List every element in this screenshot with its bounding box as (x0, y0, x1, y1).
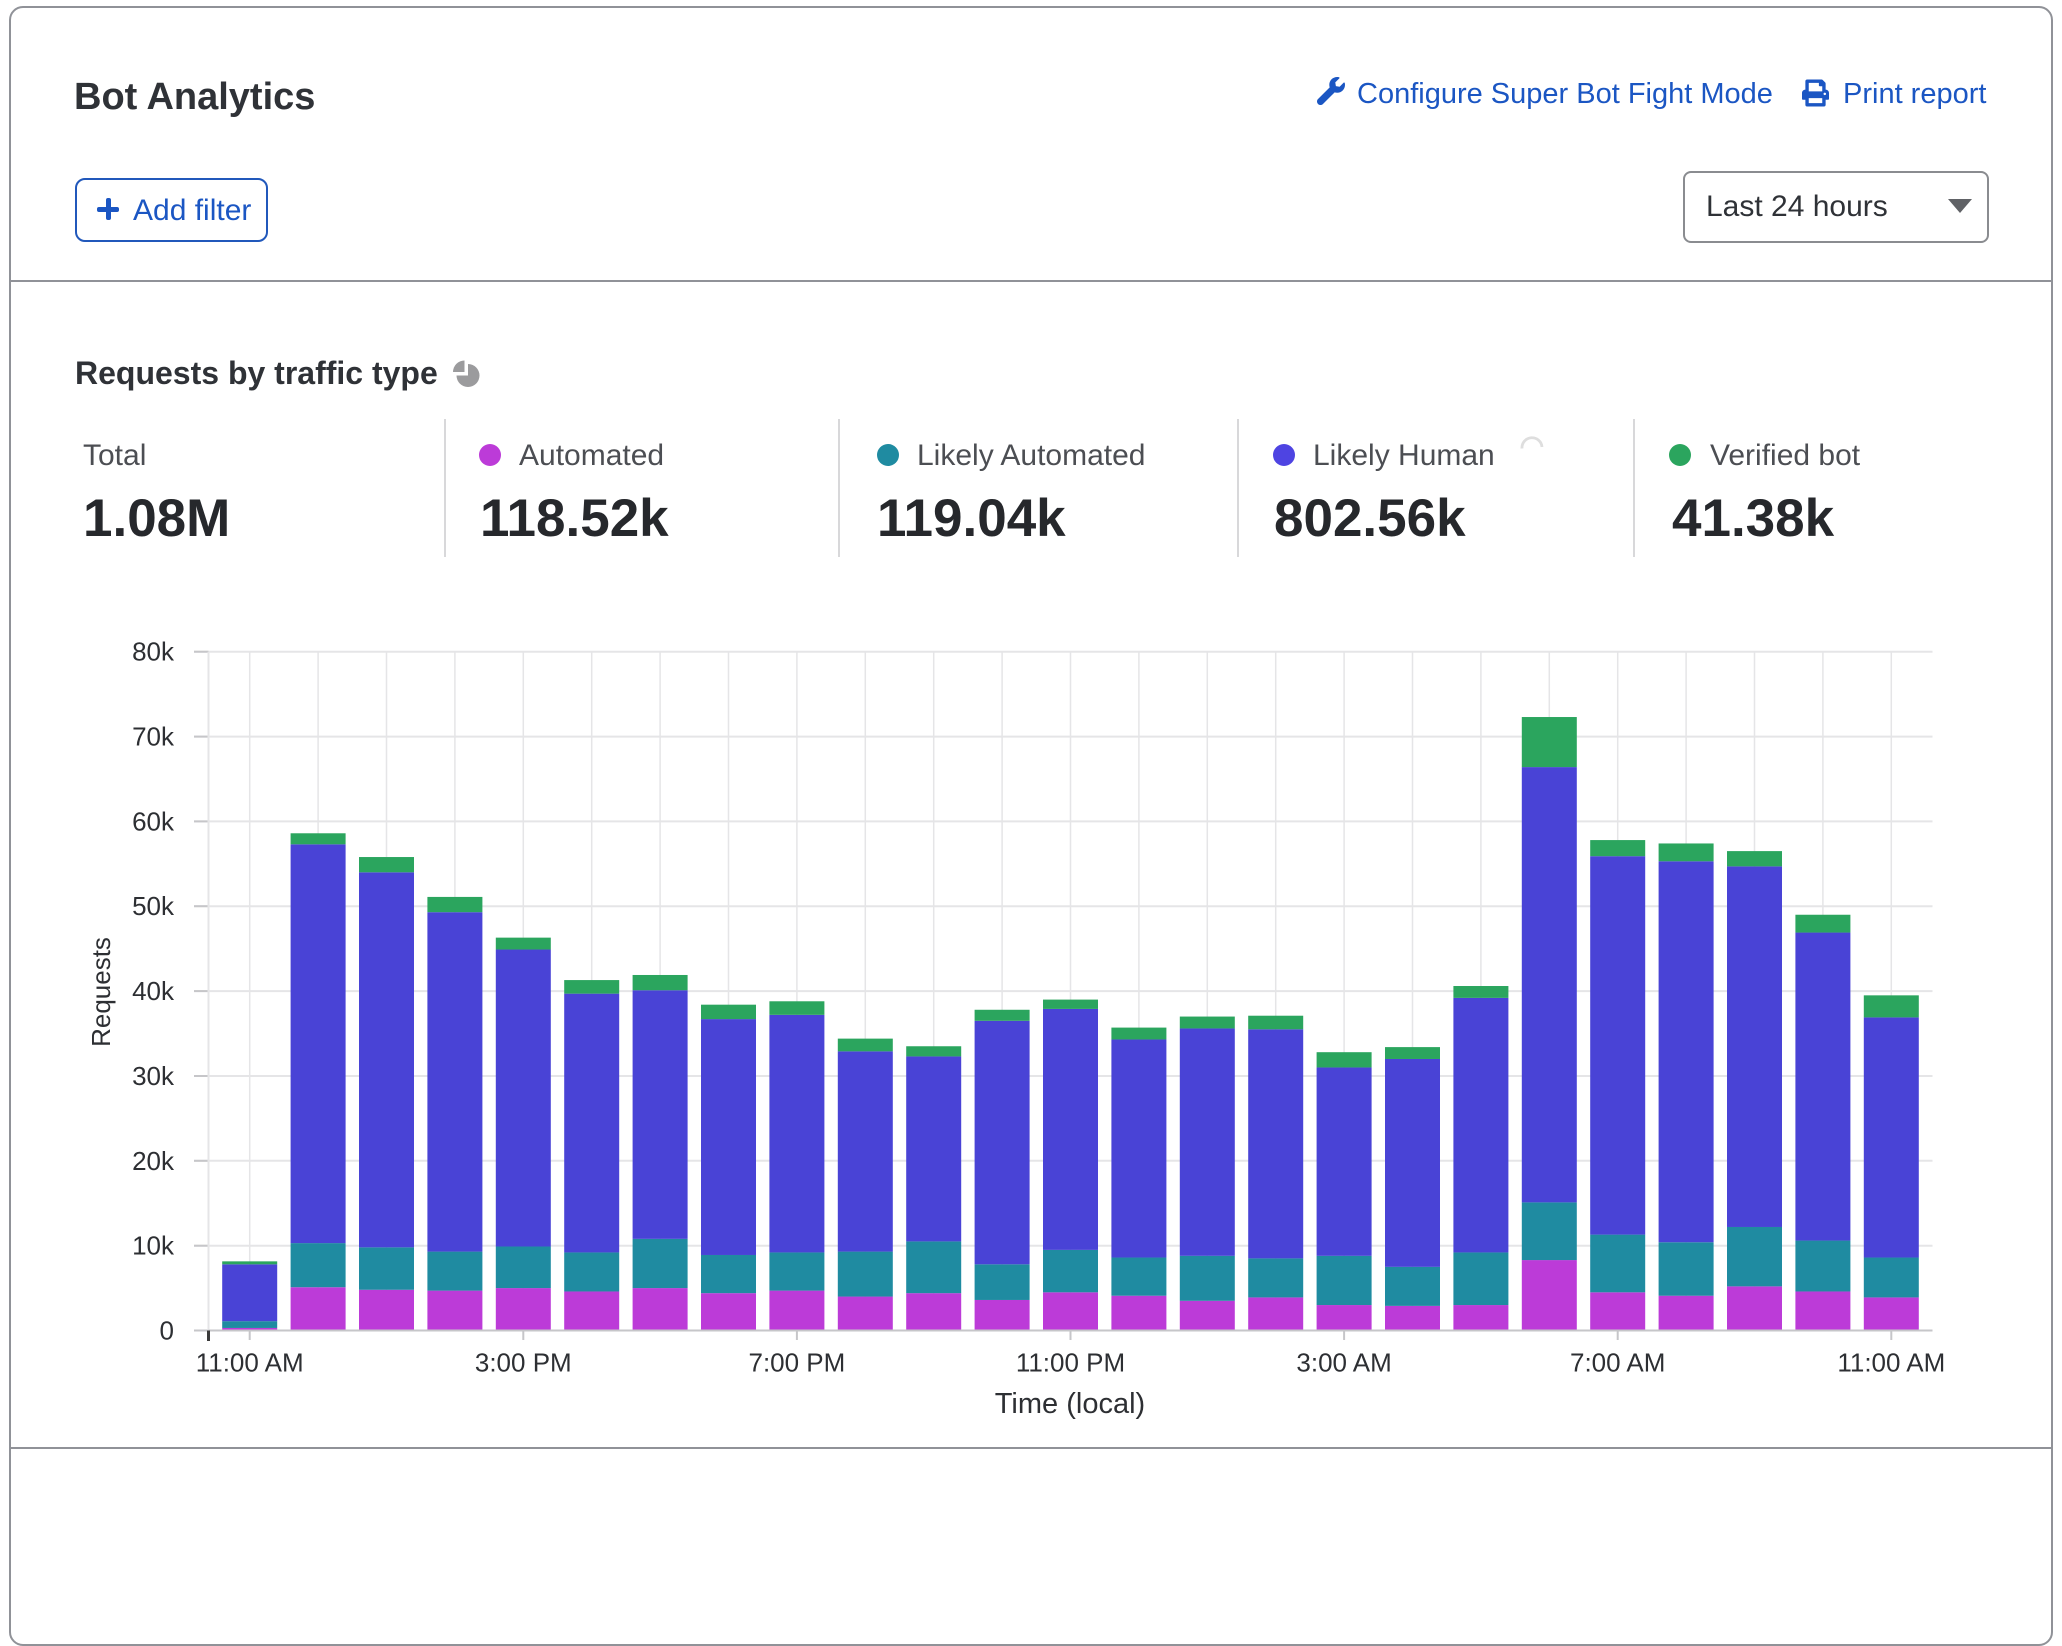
svg-text:30k: 30k (132, 1061, 175, 1091)
svg-text:Requests: Requests (86, 937, 116, 1047)
svg-text:3:00 AM: 3:00 AM (1296, 1348, 1391, 1378)
svg-text:10k: 10k (132, 1231, 175, 1261)
svg-text:11:00 AM: 11:00 AM (1837, 1348, 1945, 1378)
svg-text:70k: 70k (132, 722, 175, 752)
svg-text:3:00 PM: 3:00 PM (475, 1348, 572, 1378)
svg-text:11:00 PM: 11:00 PM (1016, 1348, 1125, 1378)
svg-text:Time (local): Time (local) (995, 1388, 1145, 1420)
svg-text:11:00 AM: 11:00 AM (196, 1348, 304, 1378)
svg-text:20k: 20k (132, 1146, 175, 1176)
svg-text:80k: 80k (132, 637, 175, 667)
svg-text:50k: 50k (132, 891, 175, 921)
svg-text:7:00 PM: 7:00 PM (748, 1348, 845, 1378)
svg-text:7:00 AM: 7:00 AM (1570, 1348, 1665, 1378)
svg-text:60k: 60k (132, 806, 175, 836)
svg-text:0: 0 (160, 1316, 174, 1346)
svg-text:40k: 40k (132, 976, 175, 1006)
